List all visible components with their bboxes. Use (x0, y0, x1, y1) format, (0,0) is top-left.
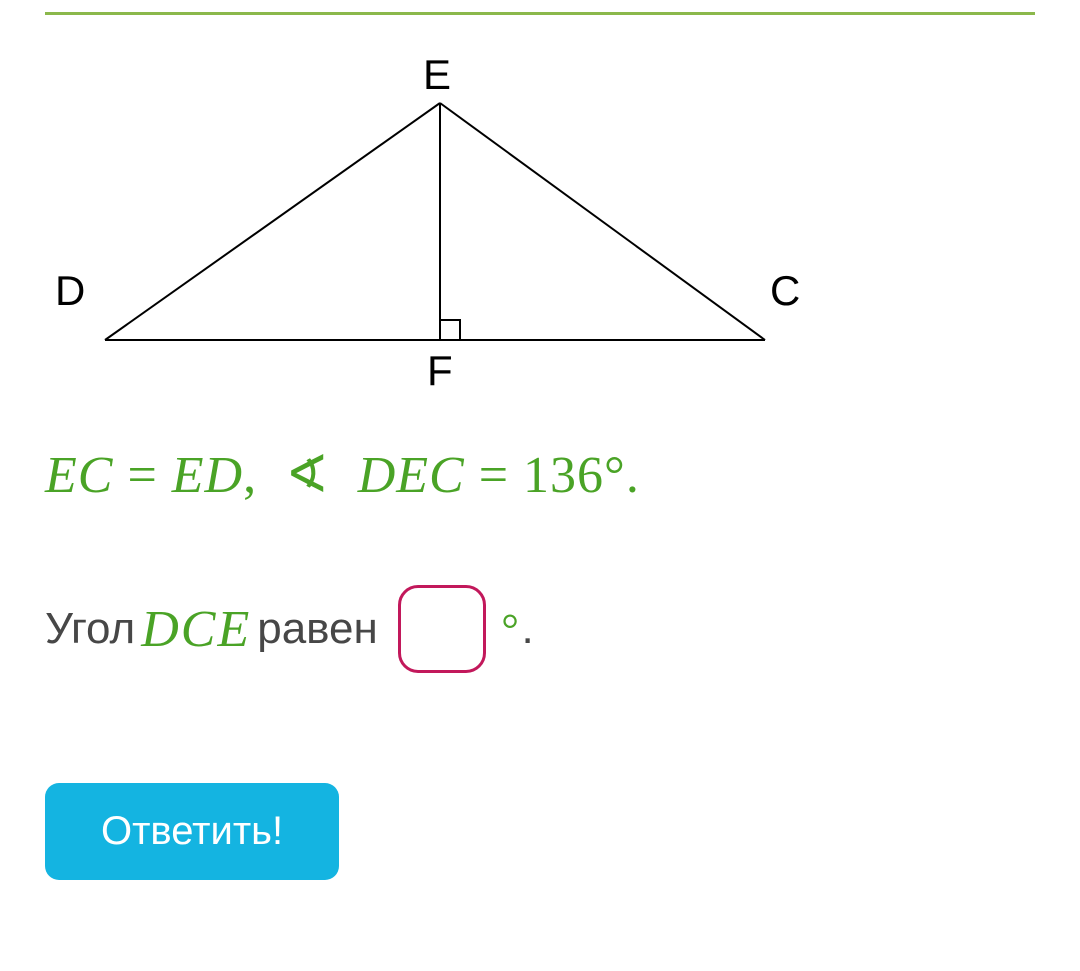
vertex-label-e: E (423, 51, 451, 99)
given-eq1: = (127, 447, 157, 504)
given-statement: EC = ED, ∢ DEC = 136°. (45, 445, 1035, 505)
question-degree: ° (500, 604, 518, 655)
given-period: . (626, 447, 640, 504)
question-word-angle: Угол (45, 604, 135, 654)
triangle-diagram: E D C F (45, 45, 805, 395)
divider-top (45, 12, 1035, 15)
given-eq2: = (479, 447, 509, 504)
given-angle-name: DEC (358, 447, 465, 504)
question-angle-var: DCE (141, 600, 251, 659)
answer-input[interactable] (398, 585, 486, 673)
vertex-label-d: D (55, 267, 85, 315)
given-seg2: ED (172, 447, 243, 504)
given-degree: ° (604, 447, 626, 504)
given-seg1: EC (45, 447, 113, 504)
question-period: . (521, 604, 533, 654)
submit-button[interactable]: Ответить! (45, 783, 339, 880)
vertex-label-c: C (770, 267, 800, 315)
angle-symbol: ∢ (285, 447, 330, 504)
question-row: Угол DCE равен °. (45, 585, 1035, 673)
question-word-equals: равен (257, 604, 378, 654)
given-angle-value: 136 (523, 447, 604, 504)
vertex-label-f: F (427, 347, 453, 395)
given-comma: , (243, 447, 257, 504)
